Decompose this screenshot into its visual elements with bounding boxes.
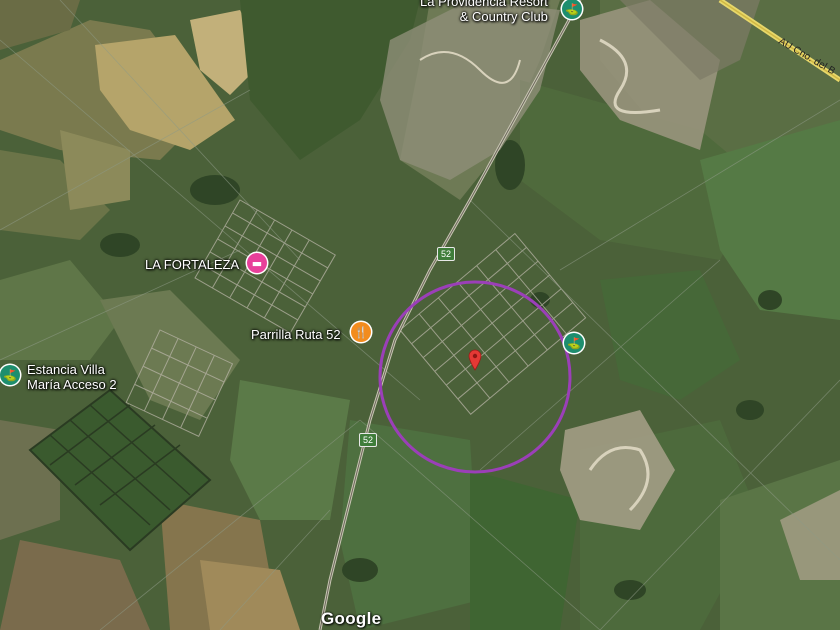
restaurant-icon[interactable]: 🍴 [351,322,371,342]
golf-icon[interactable]: ⛳ [564,333,584,353]
hotel-icon[interactable]: ▬ [247,253,267,273]
place-label-parrilla[interactable]: Parrilla Ruta 52 [251,327,341,342]
route-shield: 52 [437,247,456,261]
golf-icon[interactable]: ⛳ [562,0,582,19]
route-shield: 52 [359,433,378,447]
place-label-providencia[interactable]: La Providencia Resort & Country Club [420,0,548,24]
google-logo: Google [321,609,382,628]
place-label-estancia[interactable]: Estancia Villa María Acceso 2 [27,362,117,392]
place-label-la-fortaleza[interactable]: LA FORTALEZA [145,257,239,272]
satellite-map[interactable] [0,0,840,630]
golf-icon[interactable]: ⛳ [0,365,20,385]
